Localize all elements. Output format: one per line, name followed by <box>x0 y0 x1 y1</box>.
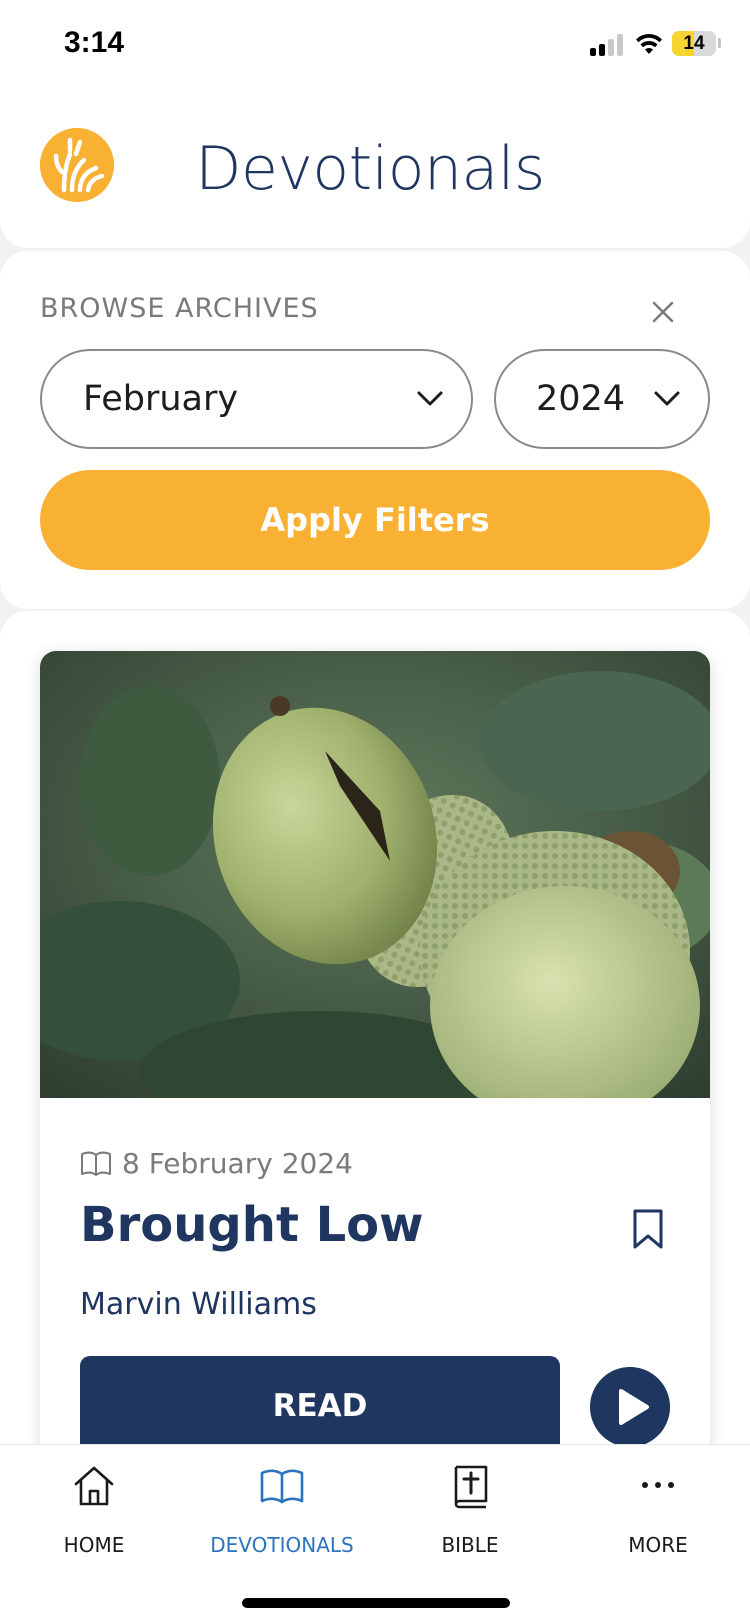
home-icon <box>74 1466 114 1506</box>
home-indicator <box>242 1598 510 1608</box>
battery-percentage: 14 <box>683 33 705 54</box>
tab-devotionals-label: DEVOTIONALS <box>210 1533 354 1557</box>
devotional-image <box>40 651 710 1098</box>
devotional-date: 8 February 2024 <box>122 1147 353 1180</box>
play-audio-button[interactable] <box>590 1367 670 1447</box>
apply-filters-button[interactable]: Apply Filters <box>40 470 710 570</box>
chevron-down-icon <box>417 391 443 406</box>
close-icon[interactable] <box>644 293 682 331</box>
archive-filter-panel: BROWSE ARCHIVES February 2024 Apply Filt… <box>0 251 750 609</box>
devotional-card[interactable]: 8 February 2024 Brought Low Marvin Willi… <box>40 651 710 1471</box>
status-time: 3:14 <box>64 26 125 59</box>
page-title: Devotionals <box>195 134 545 204</box>
battery-icon: 14 <box>672 31 716 56</box>
bottom-tab-bar: HOME DEVOTIONALS BIBLE MORE <box>0 1444 750 1624</box>
tab-bible[interactable]: BIBLE <box>376 1445 564 1565</box>
read-button[interactable]: READ <box>80 1356 560 1456</box>
tab-more[interactable]: MORE <box>564 1445 750 1565</box>
devotional-title[interactable]: Brought Low <box>80 1197 424 1253</box>
wifi-icon <box>636 33 662 54</box>
battery-cap <box>718 38 721 48</box>
tab-more-label: MORE <box>628 1533 688 1557</box>
open-book-icon <box>81 1151 111 1176</box>
tab-bible-label: BIBLE <box>441 1533 499 1557</box>
bible-icon <box>454 1465 488 1509</box>
month-select[interactable]: February <box>40 349 473 449</box>
cellular-signal-icon <box>590 34 626 56</box>
tab-home[interactable]: HOME <box>0 1445 188 1565</box>
open-book-icon <box>260 1469 304 1504</box>
screen: 3:14 14 Devotionals BROWSE ARCHIVES Febr… <box>0 0 750 1624</box>
more-icon <box>642 1482 674 1488</box>
tab-home-label: HOME <box>63 1533 125 1557</box>
app-header: Devotionals <box>0 90 750 248</box>
bookmark-icon[interactable] <box>632 1208 664 1250</box>
status-bar: 3:14 14 <box>0 0 750 90</box>
browse-archives-label: BROWSE ARCHIVES <box>40 293 319 324</box>
devotional-author: Marvin Williams <box>80 1287 317 1322</box>
month-select-value: February <box>83 379 239 419</box>
year-select-value: 2024 <box>536 379 626 419</box>
tab-devotionals[interactable]: DEVOTIONALS <box>188 1445 376 1565</box>
chevron-down-icon <box>654 391 680 406</box>
year-select[interactable]: 2024 <box>494 349 710 449</box>
